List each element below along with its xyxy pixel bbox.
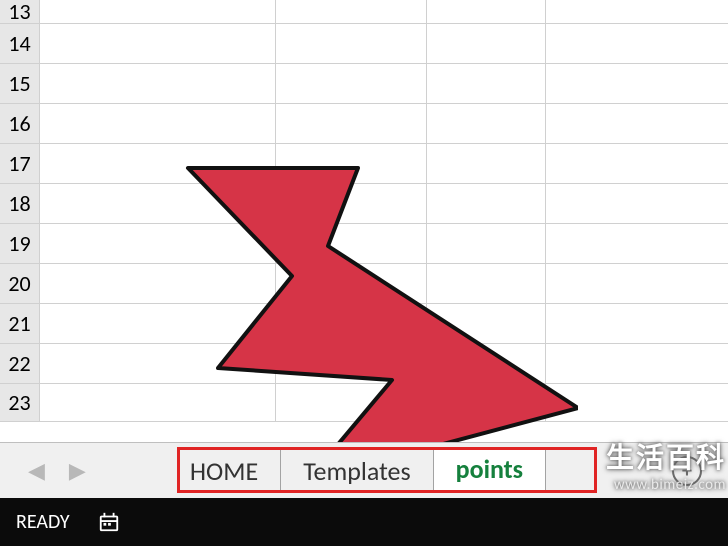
macro-recording-icon[interactable] (98, 511, 120, 533)
row: 23 (0, 384, 728, 422)
row: 22 (0, 344, 728, 384)
cell[interactable] (40, 264, 276, 304)
row-header[interactable]: 16 (0, 104, 40, 144)
row-header[interactable]: 20 (0, 264, 40, 304)
cell[interactable] (276, 344, 427, 384)
cell[interactable] (40, 64, 276, 104)
cell[interactable] (427, 184, 546, 224)
cell[interactable] (546, 144, 728, 184)
status-text: READY (16, 510, 70, 534)
cell[interactable] (427, 64, 546, 104)
row-header[interactable]: 22 (0, 344, 40, 384)
cell[interactable] (40, 384, 276, 422)
row-header[interactable]: 21 (0, 304, 40, 344)
status-bar: READY (0, 498, 728, 546)
cell[interactable] (427, 0, 546, 24)
cell[interactable] (427, 104, 546, 144)
cell[interactable] (427, 304, 546, 344)
cell[interactable] (546, 304, 728, 344)
new-sheet-button[interactable]: + (672, 456, 702, 486)
cell[interactable] (427, 224, 546, 264)
cell[interactable] (40, 344, 276, 384)
cell[interactable] (546, 104, 728, 144)
cell[interactable] (427, 264, 546, 304)
row-header[interactable]: 17 (0, 144, 40, 184)
cell[interactable] (40, 224, 276, 264)
cell[interactable] (276, 264, 427, 304)
row: 19 (0, 224, 728, 264)
row-header[interactable]: 19 (0, 224, 40, 264)
cell[interactable] (546, 264, 728, 304)
cell[interactable] (40, 0, 276, 24)
cell[interactable] (40, 24, 276, 64)
cell[interactable] (546, 344, 728, 384)
sheet-tab-home[interactable]: HOME (168, 449, 281, 493)
row-header[interactable]: 14 (0, 24, 40, 64)
cell[interactable] (427, 344, 546, 384)
cell[interactable] (427, 144, 546, 184)
row: 15 (0, 64, 728, 104)
cell[interactable] (427, 384, 546, 422)
tab-nav-next-icon[interactable]: ▶ (69, 457, 86, 484)
row-header[interactable]: 18 (0, 184, 40, 224)
row-header[interactable]: 15 (0, 64, 40, 104)
row: 20 (0, 264, 728, 304)
tab-nav-prev-icon[interactable]: ◀ (28, 457, 45, 484)
cell[interactable] (40, 104, 276, 144)
sheet-tab-points[interactable]: points (434, 449, 546, 493)
cell[interactable] (546, 0, 728, 24)
row: 21 (0, 304, 728, 344)
row-header[interactable]: 23 (0, 384, 40, 422)
cell[interactable] (276, 144, 427, 184)
cell[interactable] (427, 24, 546, 64)
cell[interactable] (276, 24, 427, 64)
cell[interactable] (276, 384, 427, 422)
cell[interactable] (276, 304, 427, 344)
cell[interactable] (276, 184, 427, 224)
cell[interactable] (40, 144, 276, 184)
cell[interactable] (546, 24, 728, 64)
cell[interactable] (276, 64, 427, 104)
row: 14 (0, 24, 728, 64)
cell[interactable] (40, 184, 276, 224)
cell[interactable] (546, 384, 728, 422)
cell[interactable] (546, 224, 728, 264)
row-header[interactable]: 13 (0, 0, 40, 24)
row: 17 (0, 144, 728, 184)
row: 18 (0, 184, 728, 224)
sheet-tab-bar: ◀ ▶ HOME Templates points + (0, 442, 728, 498)
cell[interactable] (276, 104, 427, 144)
cell[interactable] (546, 184, 728, 224)
spreadsheet-grid[interactable]: 13 14 15 16 17 18 19 20 21 22 23 (0, 0, 728, 442)
row: 16 (0, 104, 728, 144)
cell[interactable] (40, 304, 276, 344)
sheet-tab-templates[interactable]: Templates (281, 449, 433, 493)
cell[interactable] (546, 64, 728, 104)
cell[interactable] (276, 0, 427, 24)
cell[interactable] (276, 224, 427, 264)
row: 13 (0, 0, 728, 24)
